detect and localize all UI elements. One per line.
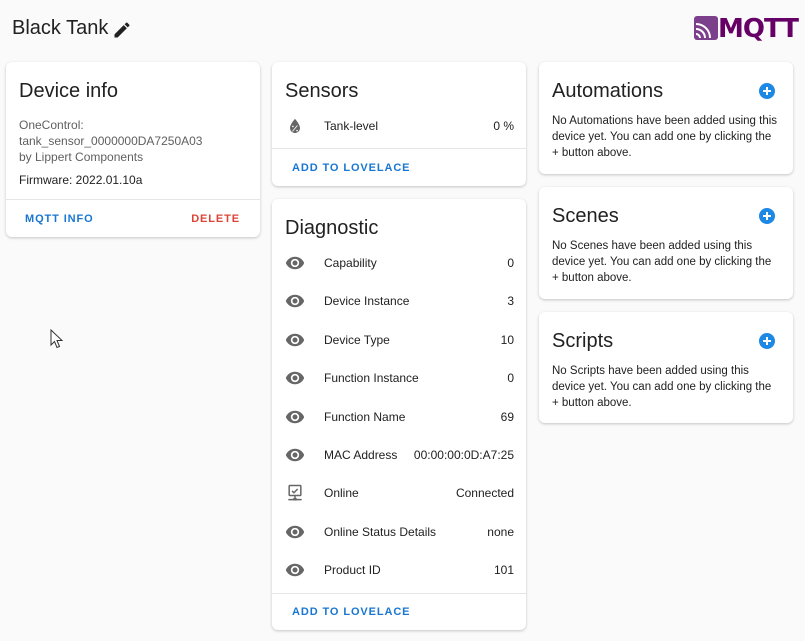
sensor-value: 0 % — [493, 119, 514, 133]
pencil-icon[interactable] — [112, 20, 132, 40]
diagnostic-label: Product ID — [324, 563, 381, 577]
diagnostic-row-capability[interactable]: Capability 0 — [272, 244, 526, 282]
diagnostic-label: Online — [324, 486, 359, 500]
diagnostic-value: 0 — [507, 256, 514, 270]
scripts-title: Scripts — [552, 330, 614, 352]
diagnostic-label: Function Name — [324, 410, 406, 424]
diagnostic-row-device-type[interactable]: Device Type 10 — [272, 321, 526, 359]
diagnostic-title: Diagnostic — [285, 217, 379, 239]
scenes-empty-text: No Scenes have been added using this dev… — [552, 240, 772, 284]
scenes-title: Scenes — [552, 205, 619, 227]
eye-icon — [285, 333, 305, 347]
device-info-title: Device info — [19, 80, 118, 102]
add-automation-button[interactable] — [759, 83, 775, 99]
sensors-title: Sensors — [285, 80, 359, 102]
diagnostic-label: Function Instance — [324, 371, 419, 385]
diagnostic-label: Device Instance — [324, 294, 410, 308]
diagnostic-value: 69 — [500, 410, 514, 424]
scenes-card: Scenes No Scenes have been added using t… — [539, 187, 793, 299]
automations-empty-text: No Automations have been added using thi… — [552, 115, 778, 159]
automations-title: Automations — [552, 80, 664, 102]
diagnostic-row-online[interactable]: Online Connected — [272, 474, 526, 512]
divider — [272, 148, 526, 149]
eye-icon — [285, 563, 305, 577]
diagnostic-label: Online Status Details — [324, 525, 437, 539]
diagnostic-row-function-name[interactable]: Function Name 69 — [272, 398, 526, 436]
sensor-label: Tank-level — [324, 119, 379, 133]
diagnostic-value: Connected — [455, 486, 514, 500]
mqtt-logo-suffix: ORG — [786, 18, 792, 32]
page-title: Black Tank — [12, 17, 109, 39]
sensors-add-to-lovelace-button[interactable]: ADD TO LOVELACE — [292, 162, 410, 174]
diagnostic-value: 3 — [507, 294, 514, 308]
diagnostic-row-online-status-details[interactable]: Online Status Details none — [272, 513, 526, 551]
diagnostic-value: 0 — [507, 371, 514, 385]
diagnostic-value: 10 — [500, 333, 514, 347]
sensor-row-tank-level[interactable]: Tank-level 0 % — [272, 107, 526, 145]
diagnostic-row-product-id[interactable]: Product ID 101 — [272, 551, 526, 589]
device-model-line2: tank_sensor_0000000DA7250A03 — [19, 134, 203, 148]
eye-icon — [285, 410, 305, 424]
delete-button[interactable]: DELETE — [191, 213, 240, 225]
diagnostic-value: none — [487, 525, 514, 539]
automations-card: Automations No Automations have been add… — [539, 62, 793, 174]
diagnostic-card: Diagnostic Capability 0 Device Instance … — [272, 199, 526, 630]
diagnostic-add-to-lovelace-button[interactable]: ADD TO LOVELACE — [292, 606, 410, 618]
eye-icon — [285, 525, 305, 539]
eye-icon — [285, 371, 305, 385]
device-model-line1: OneControl: — [19, 118, 84, 132]
water-percent-icon — [290, 118, 300, 134]
mqtt-logo: MQTT ORG — [694, 14, 799, 44]
device-info-card: Device info OneControl: tank_sensor_0000… — [6, 62, 260, 237]
add-scene-button[interactable] — [759, 208, 775, 224]
diagnostic-row-mac-address[interactable]: MAC Address 00:00:00:0D:A7:25 — [272, 436, 526, 474]
page-header: Black Tank MQTT ORG — [0, 0, 805, 60]
eye-icon — [285, 294, 305, 308]
sensors-card: Sensors Tank-level 0 % ADD TO LOVELACE — [272, 62, 526, 186]
diagnostic-label: MAC Address — [324, 448, 398, 462]
diagnostic-value: 101 — [493, 563, 514, 577]
add-script-button[interactable] — [759, 333, 775, 349]
mqtt-waves-icon — [694, 16, 718, 40]
eye-icon — [285, 256, 305, 270]
mqtt-info-button[interactable]: MQTT INFO — [25, 213, 94, 225]
mouse-cursor-icon — [50, 329, 64, 349]
diagnostic-row-function-instance[interactable]: Function Instance 0 — [272, 359, 526, 397]
scripts-empty-text: No Scripts have been added using this de… — [552, 365, 772, 409]
diagnostic-label: Device Type — [324, 333, 390, 347]
scripts-card: Scripts No Scripts have been added using… — [539, 312, 793, 423]
eye-icon — [285, 448, 305, 462]
device-manufacturer: by Lippert Components — [19, 150, 144, 164]
device-firmware: Firmware: 2022.01.10a — [19, 173, 143, 187]
divider — [272, 593, 526, 594]
diagnostic-row-device-instance[interactable]: Device Instance 3 — [272, 282, 526, 320]
network-check-icon — [288, 484, 302, 501]
diagnostic-value: 00:00:00:0D:A7:25 — [413, 448, 514, 462]
diagnostic-label: Capability — [324, 256, 377, 270]
divider — [6, 199, 260, 200]
